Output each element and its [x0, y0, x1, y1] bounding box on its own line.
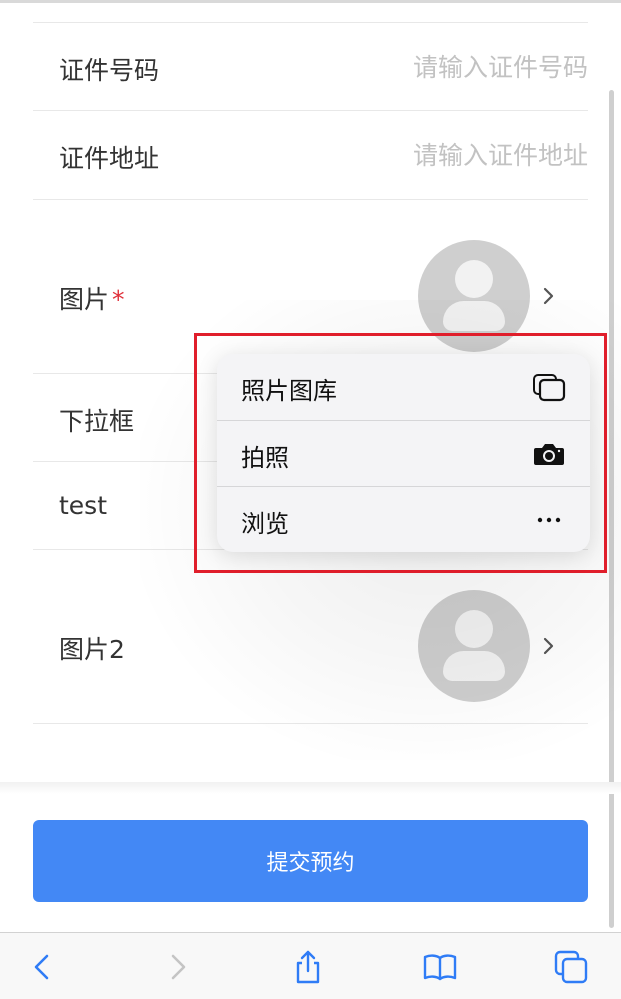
menu-item-label: 浏览 [241, 510, 289, 538]
camera-icon [534, 444, 564, 465]
menu-item-browse[interactable]: 浏览 [217, 487, 590, 552]
id-number-row: 证件号码 [33, 23, 588, 111]
image2-upload-row[interactable]: 图片2 [33, 550, 588, 723]
menu-item-photo-library[interactable]: 照片图库 [217, 354, 590, 420]
id-address-row: 证件地址 [33, 111, 588, 199]
photo-library-icon [533, 374, 566, 402]
menu-item-take-photo[interactable]: 拍照 [217, 421, 590, 487]
id-number-input[interactable] [258, 47, 588, 87]
test-label: test [59, 491, 108, 520]
tabs-button[interactable] [549, 945, 593, 989]
forward-icon [171, 954, 186, 980]
avatar-placeholder-icon[interactable] [418, 590, 530, 702]
menu-item-label: 照片图库 [241, 377, 337, 405]
image-source-menu: 照片图库 拍照 浏览 [217, 354, 590, 552]
page: 证件号码 证件地址 图片* 下拉框 test 图片2 [0, 0, 621, 999]
top-edge [0, 0, 621, 3]
divider [33, 723, 588, 724]
id-address-input[interactable] [258, 135, 588, 175]
required-mark: * [112, 285, 125, 314]
browser-toolbar [0, 932, 621, 999]
dropdown-label: 下拉框 [59, 407, 135, 436]
image2-label: 图片2 [59, 635, 125, 664]
scrollbar[interactable] [609, 90, 614, 928]
tabs-icon [554, 950, 588, 984]
bottom-shade [0, 782, 621, 794]
more-icon [537, 517, 561, 523]
share-icon [296, 950, 320, 984]
menu-item-label: 拍照 [241, 444, 289, 472]
id-address-label: 证件地址 [59, 144, 160, 173]
image-label: 图片 * [59, 280, 125, 316]
bookmarks-button[interactable] [418, 945, 462, 989]
back-button[interactable] [21, 945, 65, 989]
forward-button[interactable] [155, 945, 199, 989]
back-icon [34, 954, 49, 980]
share-button[interactable] [286, 945, 330, 989]
id-number-label: 证件号码 [59, 56, 160, 85]
chevron-right-icon [543, 287, 554, 305]
chevron-right-icon [543, 637, 554, 655]
image-label-text: 图片 [59, 285, 110, 314]
bookmarks-icon [423, 954, 457, 981]
submit-button[interactable]: 提交预约 [33, 820, 588, 902]
